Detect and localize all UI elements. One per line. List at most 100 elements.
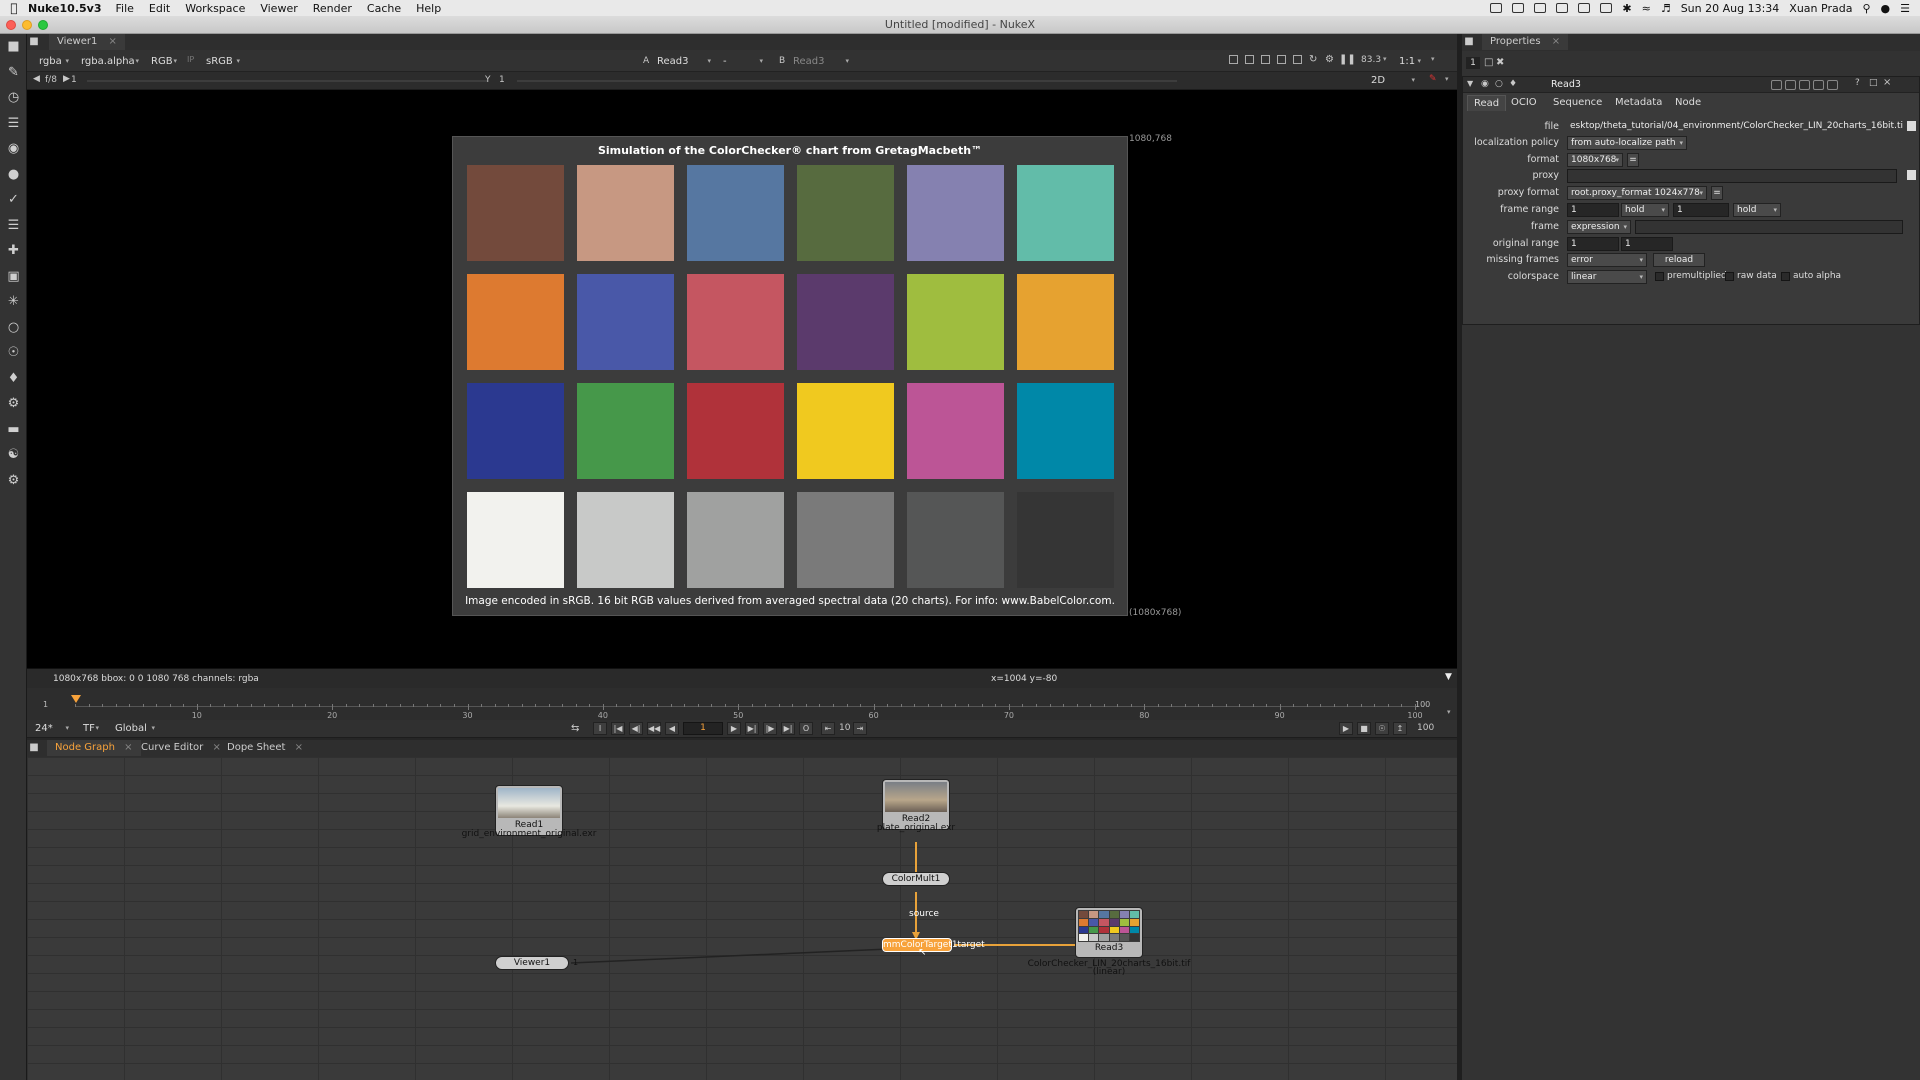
node-graph[interactable]: Read1 grid_environment_original.exr Read… (27, 757, 1457, 1080)
menu-workspace[interactable]: Workspace (185, 2, 245, 15)
max-panels-field[interactable]: 1 (1466, 57, 1480, 69)
app-menu[interactable]: Nuke10.5v3 (28, 2, 101, 15)
input-a-dropdown[interactable]: Read3 ▾ (653, 54, 713, 69)
channels-dropdown[interactable]: rgba ▾ (35, 54, 71, 69)
close-tab-icon[interactable]: × (124, 742, 132, 753)
timeline-format-dropdown[interactable]: TF ▾ (79, 721, 101, 736)
panel-menu-icon[interactable]: ■ (27, 740, 41, 756)
siri-icon[interactable]: ● (1881, 2, 1891, 15)
deep-tools-icon[interactable]: ○ (0, 315, 27, 341)
tab-properties[interactable]: Properties × (1482, 34, 1569, 50)
file-browse-icon[interactable] (1907, 121, 1916, 131)
tab-ocio[interactable]: OCIO (1505, 95, 1543, 111)
color-swatch-icon[interactable]: ♦ (1509, 79, 1517, 89)
frame-fraction-field[interactable]: 1 (71, 75, 77, 85)
clock[interactable]: Sun 20 Aug 13:34 (1681, 2, 1780, 15)
proxy-path-field[interactable] (1567, 169, 1897, 183)
tray-icon[interactable] (1534, 3, 1547, 13)
viewer-input-icon[interactable]: 1 (573, 958, 578, 967)
draw-tools-icon[interactable]: ✎ (0, 60, 27, 86)
last-frame-button[interactable]: ▶| (781, 722, 795, 735)
help-icon[interactable]: ? (1855, 78, 1860, 88)
status-collapse-icon[interactable]: ▼ (1445, 672, 1452, 682)
format-edit-button[interactable]: = (1627, 153, 1639, 167)
lock-properties-icon[interactable]: □ (1484, 57, 1493, 68)
region-icon[interactable] (1293, 55, 1302, 64)
particles-tools-icon[interactable]: ✳ (0, 289, 27, 315)
frame-range-start-field[interactable]: 1 (1567, 203, 1619, 217)
format-dropdown[interactable]: 1080x768 ▾ (1567, 153, 1623, 167)
tab-viewer1[interactable]: Viewer1 × (49, 34, 125, 50)
timeline-track[interactable] (75, 706, 1415, 707)
keyer-tools-icon[interactable]: ✓ (0, 187, 27, 213)
close-panel-icon[interactable]: × (1883, 77, 1891, 88)
play-forward-button[interactable]: ▶ (727, 722, 741, 735)
gain-arrow-icon[interactable]: ▾ (1383, 55, 1387, 63)
original-range-end-field[interactable]: 1 (1621, 237, 1673, 251)
tray-icon[interactable] (1490, 3, 1503, 13)
user-name[interactable]: Xuan Prada (1789, 2, 1852, 15)
next-keyframe-button[interactable]: |▶ (763, 722, 777, 735)
color-tools-icon[interactable]: ◉ (0, 136, 27, 162)
gamma-field[interactable]: 1 (499, 75, 505, 85)
zoom-dropdown[interactable]: 1:1 ▾ (1395, 54, 1423, 69)
tab-node[interactable]: Node (1669, 95, 1707, 111)
first-frame-button[interactable]: |◀ (611, 722, 625, 735)
merge-tools-icon[interactable]: ☰ (0, 213, 27, 239)
frame-mode-dropdown[interactable]: expression ▾ (1567, 220, 1631, 234)
tray-icon[interactable] (1512, 3, 1525, 13)
previous-keyframe-button[interactable]: ◀| (629, 722, 643, 735)
pause-icon[interactable]: ❚❚ (1339, 54, 1356, 65)
volume-icon[interactable]: ♬ (1661, 2, 1671, 15)
close-tab-icon[interactable]: × (295, 742, 303, 753)
image-tools-icon[interactable]: ■ (0, 34, 27, 60)
node-viewer1[interactable]: Viewer1 (495, 956, 569, 970)
timeline-options-icon[interactable]: ▾ (1447, 708, 1451, 716)
menu-edit[interactable]: Edit (149, 2, 170, 15)
reload-button[interactable]: reload (1653, 253, 1705, 267)
float-icon[interactable]: □ (1869, 78, 1878, 88)
minimize-window-icon[interactable] (22, 20, 32, 30)
missing-frames-dropdown[interactable]: error ▾ (1567, 253, 1647, 267)
tab-curve-editor[interactable]: Curve Editor × (133, 740, 229, 756)
channel-tools-icon[interactable]: ☰ (0, 111, 27, 137)
gain-slider[interactable] (87, 80, 487, 82)
original-range-start-field[interactable]: 1 (1567, 237, 1619, 251)
gain-value[interactable]: 83.3 (1361, 55, 1381, 65)
colorspace-dropdown[interactable]: linear ▾ (1567, 270, 1647, 284)
viewer-options-icon[interactable]: ▾ (1431, 55, 1435, 63)
tab-sequence[interactable]: Sequence (1547, 95, 1608, 111)
step-forward-button[interactable]: ▶| (745, 722, 759, 735)
menu-render[interactable]: Render (313, 2, 352, 15)
next-increment-icon[interactable]: ⇥ (853, 722, 867, 735)
menu-file[interactable]: File (115, 2, 133, 15)
lock-range-icon[interactable]: ☉ (1375, 722, 1389, 735)
3d-tools-icon[interactable]: ▣ (0, 264, 27, 290)
furnace-tools-icon[interactable]: ☯ (0, 442, 27, 468)
filter-tools-icon[interactable]: ● (0, 162, 27, 188)
metadata-tools-icon[interactable]: ♦ (0, 366, 27, 392)
gamma-slider[interactable] (517, 80, 1177, 82)
proxy-format-edit-button[interactable]: = (1711, 186, 1723, 200)
wifi-icon[interactable]: ≈ (1642, 2, 1651, 15)
frame-fraction[interactable]: f/8 (45, 75, 57, 85)
input-process-icon[interactable]: IP (187, 55, 194, 64)
flipbook-button[interactable]: ▶ (1339, 722, 1353, 735)
current-frame-field[interactable]: 1 (683, 722, 723, 735)
tab-dope-sheet[interactable]: Dope Sheet × (219, 740, 311, 756)
viewer-settings-arrow-icon[interactable]: ▾ (1445, 75, 1449, 83)
zoom-window-icon[interactable] (38, 20, 48, 30)
close-window-icon[interactable] (6, 20, 16, 30)
auto-alpha-checkbox[interactable] (1781, 272, 1790, 281)
clear-properties-icon[interactable]: ✖ (1496, 57, 1504, 68)
frame-expression-field[interactable] (1635, 220, 1903, 234)
cache-button[interactable]: ■ (1357, 722, 1371, 735)
viewer-toggle-icon[interactable]: ◉ (1481, 79, 1489, 89)
panel-menu-icon[interactable]: ■ (27, 34, 41, 50)
timeline[interactable]: 1 100 10 20 30 40 50 60 70 80 90 100 ▾ (27, 688, 1457, 720)
display-channels-dropdown[interactable]: RGB ▾ (147, 54, 179, 69)
reload-panel-icon[interactable] (1827, 80, 1838, 90)
alpha-channel-dropdown[interactable]: rgba.alpha ▾ (77, 54, 141, 69)
tab-node-graph[interactable]: Node Graph × (47, 740, 141, 756)
transform-tools-icon[interactable]: ✚ (0, 238, 27, 264)
